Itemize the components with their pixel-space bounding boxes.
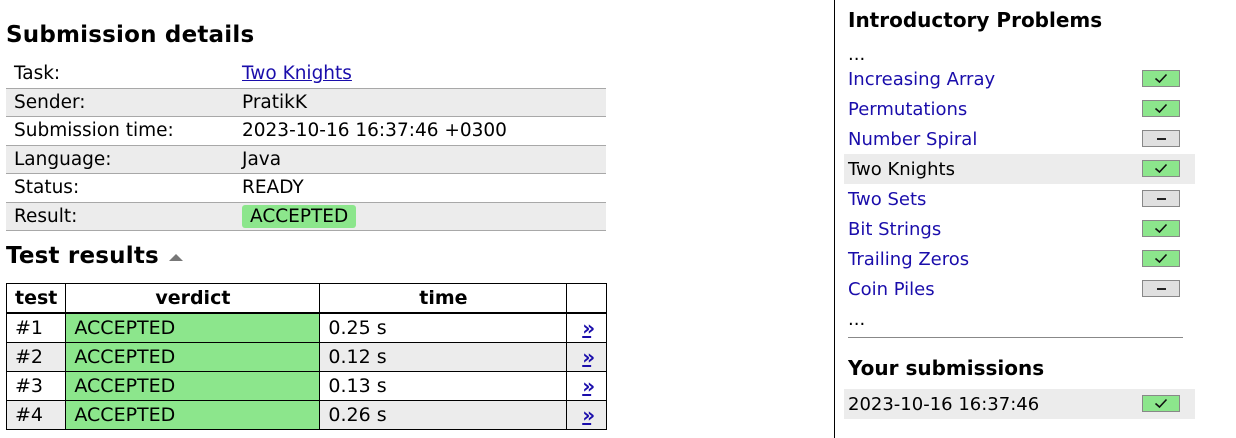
your-submissions-title: Your submissions [848, 356, 1045, 380]
detail-label: Task: [14, 63, 61, 85]
table-row: #4 ACCEPTED 0.26 s » [5, 400, 607, 430]
submission-time-value: 2023-10-16 16:37:46 +0300 [242, 120, 507, 142]
detail-row-submission-time: Submission time: 2023-10-16 16:37:46 +03… [6, 117, 606, 146]
problem-item[interactable]: Trailing Zeros [844, 244, 1195, 274]
detail-label: Language: [6, 144, 234, 174]
verdict-cell: ACCEPTED [65, 400, 321, 430]
checkmark-icon [1142, 160, 1180, 177]
table-header-row: test verdict time [5, 283, 607, 314]
table-row: #1 ACCEPTED 0.25 s » [5, 312, 607, 343]
detail-label: Status: [14, 177, 80, 199]
column-header-time: time [319, 283, 568, 314]
status-value: READY [242, 177, 304, 199]
table-row: #2 ACCEPTED 0.12 s » [5, 342, 607, 372]
problem-name[interactable]: Permutations [848, 99, 967, 120]
submission-item[interactable]: 2023-10-16 16:37:46 [844, 389, 1195, 419]
sidebar-divider [834, 0, 835, 438]
detail-row-task: Task: Two Knights [6, 60, 606, 88]
problem-item[interactable]: Bit Strings [844, 214, 1195, 244]
submission-details-table: Task: Two Knights Sender: PratikK Submis… [6, 60, 606, 231]
problem-name[interactable]: Number Spiral [848, 129, 977, 150]
sender-value: PratikK [234, 87, 606, 117]
problem-item[interactable]: Increasing Array [844, 64, 1195, 94]
column-header-test: test [5, 283, 67, 314]
detail-label: Result: [6, 201, 234, 231]
sidebar-title: Introductory Problems [848, 8, 1103, 32]
problem-item[interactable]: Two Sets [844, 184, 1195, 214]
problem-name[interactable]: Bit Strings [848, 219, 941, 240]
submission-time[interactable]: 2023-10-16 16:37:46 [848, 394, 1039, 415]
time-cell: 0.12 s [319, 342, 568, 372]
checkmark-icon [1142, 100, 1180, 117]
result-badge: ACCEPTED [242, 204, 357, 228]
checkmark-icon [1142, 395, 1180, 412]
detail-label: Submission time: [14, 120, 174, 142]
test-number: #4 [5, 400, 67, 430]
divider [848, 337, 1183, 338]
problem-item[interactable]: Two Knights [844, 154, 1195, 184]
detail-row-sender: Sender: PratikK [6, 87, 606, 117]
time-cell: 0.25 s [319, 312, 568, 343]
verdict-cell: ACCEPTED [65, 371, 321, 401]
language-value: Java [234, 144, 606, 174]
problem-name[interactable]: Trailing Zeros [848, 249, 969, 270]
test-number: #3 [5, 371, 67, 401]
view-test-icon[interactable]: » [582, 403, 595, 427]
collapse-arrow-icon[interactable] [168, 253, 183, 261]
problem-item[interactable]: Coin Piles [844, 274, 1195, 304]
problem-name[interactable]: Two Sets [848, 189, 926, 210]
verdict-cell: ACCEPTED [65, 312, 321, 343]
dash-icon [1142, 190, 1180, 207]
detail-row-result: Result: ACCEPTED [6, 201, 606, 231]
checkmark-icon [1142, 70, 1180, 87]
column-header-link [566, 283, 607, 314]
submission-details-title: Submission details [6, 22, 255, 48]
dash-icon [1142, 130, 1180, 147]
problem-name: Two Knights [848, 158, 955, 180]
detail-row-status: Status: READY [6, 174, 606, 203]
dash-icon [1142, 280, 1180, 297]
test-number: #2 [5, 342, 67, 372]
detail-label: Sender: [6, 87, 234, 117]
table-row: #3 ACCEPTED 0.13 s » [5, 371, 607, 401]
detail-row-language: Language: Java [6, 144, 606, 174]
problem-name[interactable]: Increasing Array [848, 69, 995, 90]
ellipsis-top: ... [848, 44, 866, 65]
column-header-verdict: verdict [65, 283, 321, 314]
test-number: #1 [5, 312, 67, 343]
view-test-icon[interactable]: » [582, 316, 595, 340]
test-results-table: test verdict time #1 ACCEPTED 0.25 s » #… [5, 283, 607, 430]
test-results-title: Test results [6, 243, 159, 269]
verdict-cell: ACCEPTED [65, 342, 321, 372]
time-cell: 0.13 s [319, 371, 568, 401]
test-results-heading[interactable]: Test results [6, 243, 183, 269]
task-link[interactable]: Two Knights [242, 63, 352, 84]
problem-item[interactable]: Permutations [844, 94, 1195, 124]
time-cell: 0.26 s [319, 400, 568, 430]
problem-name[interactable]: Coin Piles [848, 279, 935, 300]
view-test-icon[interactable]: » [582, 374, 595, 398]
checkmark-icon [1142, 250, 1180, 267]
problem-item[interactable]: Number Spiral [844, 124, 1195, 154]
view-test-icon[interactable]: » [582, 345, 595, 369]
ellipsis-bottom: ... [848, 309, 866, 330]
checkmark-icon [1142, 220, 1180, 237]
